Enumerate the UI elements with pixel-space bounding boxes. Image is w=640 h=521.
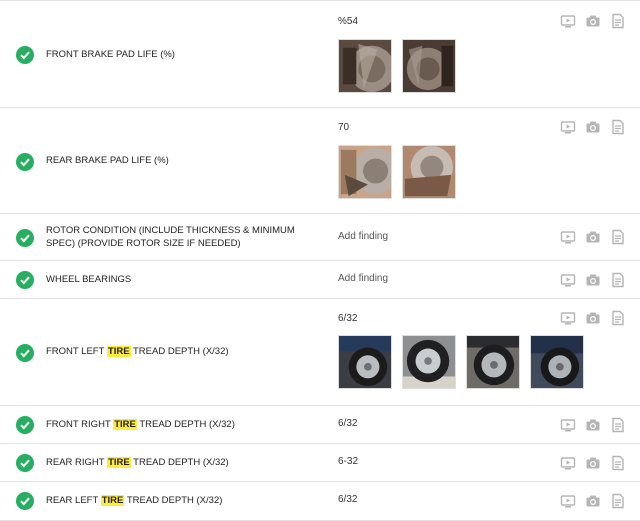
note-icon[interactable]: [610, 272, 626, 288]
camera-icon[interactable]: [585, 455, 601, 471]
row-label: REAR RIGHT TIRE TREAD DEPTH (x/32): [46, 457, 229, 468]
row-actions: [560, 455, 630, 471]
check-icon: [16, 344, 34, 362]
row-actions: [560, 493, 630, 509]
brake-photo-thumbnail[interactable]: [338, 39, 392, 93]
row-value[interactable]: %54: [338, 16, 358, 27]
inspection-row: FRONT LEFT TIRE TREAD DEPTH (x/32) 6/32: [0, 299, 640, 406]
row-actions: [560, 119, 630, 135]
row-actions: [560, 13, 630, 29]
camera-icon[interactable]: [585, 493, 601, 509]
row-label: REAR BRAKE PAD LIFE (%): [46, 155, 169, 166]
row-label: FRONT BRAKE PAD LIFE (%): [46, 49, 175, 60]
row-value[interactable]: 6-32: [338, 456, 358, 467]
note-icon[interactable]: [610, 493, 626, 509]
video-icon[interactable]: [560, 229, 576, 245]
video-icon[interactable]: [560, 13, 576, 29]
video-icon[interactable]: [560, 455, 576, 471]
video-icon[interactable]: [560, 417, 576, 433]
video-icon[interactable]: [560, 310, 576, 326]
note-icon[interactable]: [610, 310, 626, 326]
keyword-highlight: TIRE: [106, 346, 131, 357]
inspection-row: WHEEL BEARINGS Add finding: [0, 261, 640, 299]
check-icon: [16, 416, 34, 434]
photo-thumbnails: [338, 145, 456, 199]
row-value[interactable]: 70: [338, 122, 349, 133]
row-label: FRONT RIGHT TIRE TREAD DEPTH (x/32): [46, 419, 235, 430]
camera-icon[interactable]: [585, 119, 601, 135]
video-icon[interactable]: [560, 119, 576, 135]
tire-photo-thumbnail[interactable]: [338, 335, 392, 389]
keyword-highlight: TIRE: [113, 419, 137, 430]
inspection-row: FRONT RIGHT TIRE TREAD DEPTH (x/32) 6/32: [0, 406, 640, 444]
camera-icon[interactable]: [585, 417, 601, 433]
inspection-row: ROTOR CONDITION (INCLUDE THICKNESS & MIN…: [0, 214, 640, 261]
add-finding-link[interactable]: Add finding: [338, 273, 388, 284]
camera-icon[interactable]: [585, 13, 601, 29]
note-icon[interactable]: [610, 455, 626, 471]
camera-icon[interactable]: [585, 229, 601, 245]
note-icon[interactable]: [610, 417, 626, 433]
brake-photo-thumbnail[interactable]: [338, 145, 392, 199]
note-icon[interactable]: [610, 229, 626, 245]
row-actions: [560, 417, 630, 433]
inspection-row: REAR LEFT TIRE TREAD DEPTH (x/32) 6/32: [0, 482, 640, 521]
row-label: FRONT LEFT TIRE TREAD DEPTH (x/32): [46, 346, 229, 357]
inspection-row: FRONT BRAKE PAD LIFE (%) %54: [0, 1, 640, 108]
inspection-list: FRONT BRAKE PAD LIFE (%) %54 REAR BRAKE …: [0, 0, 640, 521]
brake-photo-thumbnail[interactable]: [402, 39, 456, 93]
tire-photo-thumbnail[interactable]: [402, 335, 456, 389]
note-icon[interactable]: [610, 13, 626, 29]
photo-thumbnails: [338, 39, 456, 93]
camera-icon[interactable]: [585, 310, 601, 326]
note-icon[interactable]: [610, 119, 626, 135]
row-value[interactable]: 6/32: [338, 313, 357, 324]
row-value[interactable]: 6/32: [338, 418, 357, 429]
keyword-highlight: TIRE: [107, 457, 131, 468]
check-icon: [16, 46, 34, 64]
check-icon: [16, 271, 34, 289]
tire-photo-thumbnail[interactable]: [530, 335, 584, 389]
photo-thumbnails: [338, 335, 584, 389]
row-label: REAR LEFT TIRE TREAD DEPTH (x/32): [46, 495, 223, 506]
row-actions: [560, 272, 630, 288]
tire-photo-thumbnail[interactable]: [466, 335, 520, 389]
video-icon[interactable]: [560, 493, 576, 509]
keyword-highlight: TIRE: [100, 495, 125, 506]
inspection-row: REAR BRAKE PAD LIFE (%) 70: [0, 108, 640, 214]
add-finding-link[interactable]: Add finding: [338, 231, 388, 242]
camera-icon[interactable]: [585, 272, 601, 288]
check-icon: [16, 153, 34, 171]
inspection-row: REAR RIGHT TIRE TREAD DEPTH (x/32) 6-32: [0, 444, 640, 482]
row-value[interactable]: 6/32: [338, 494, 357, 505]
row-actions: [560, 229, 630, 245]
row-label: WHEEL BEARINGS: [46, 274, 132, 285]
check-icon: [16, 492, 34, 510]
video-icon[interactable]: [560, 272, 576, 288]
check-icon: [16, 229, 34, 247]
row-label: ROTOR CONDITION (INCLUDE THICKNESS & MIN…: [46, 225, 295, 249]
brake-photo-thumbnail[interactable]: [402, 145, 456, 199]
row-actions: [560, 310, 630, 326]
check-icon: [16, 454, 34, 472]
